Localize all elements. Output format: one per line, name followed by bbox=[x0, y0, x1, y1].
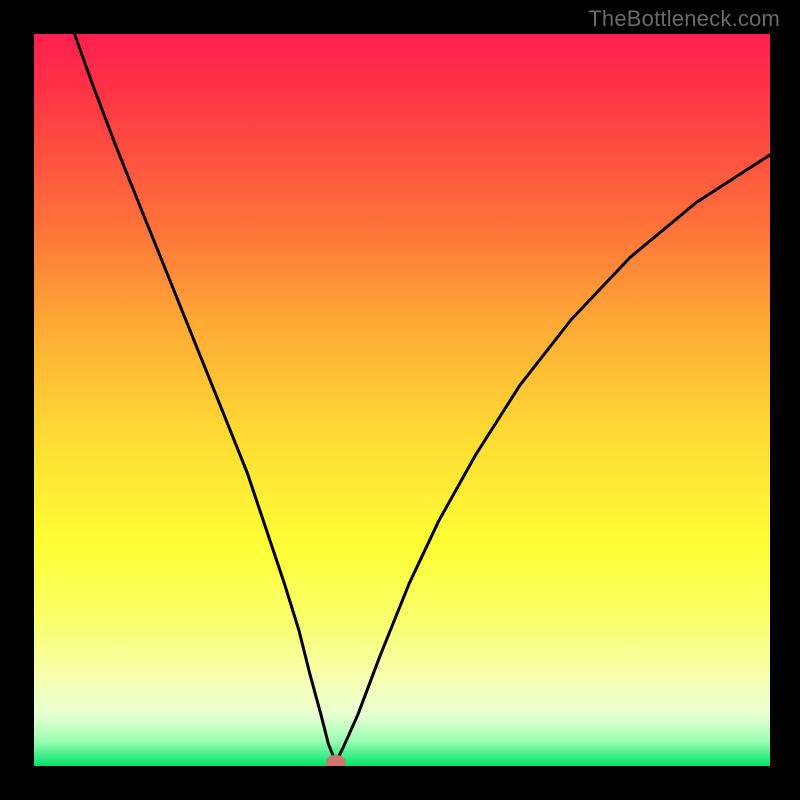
gradient-background bbox=[34, 34, 770, 766]
bottleneck-plot bbox=[34, 34, 770, 766]
watermark-text: TheBottleneck.com bbox=[588, 6, 780, 32]
chart-frame: TheBottleneck.com bbox=[0, 0, 800, 800]
